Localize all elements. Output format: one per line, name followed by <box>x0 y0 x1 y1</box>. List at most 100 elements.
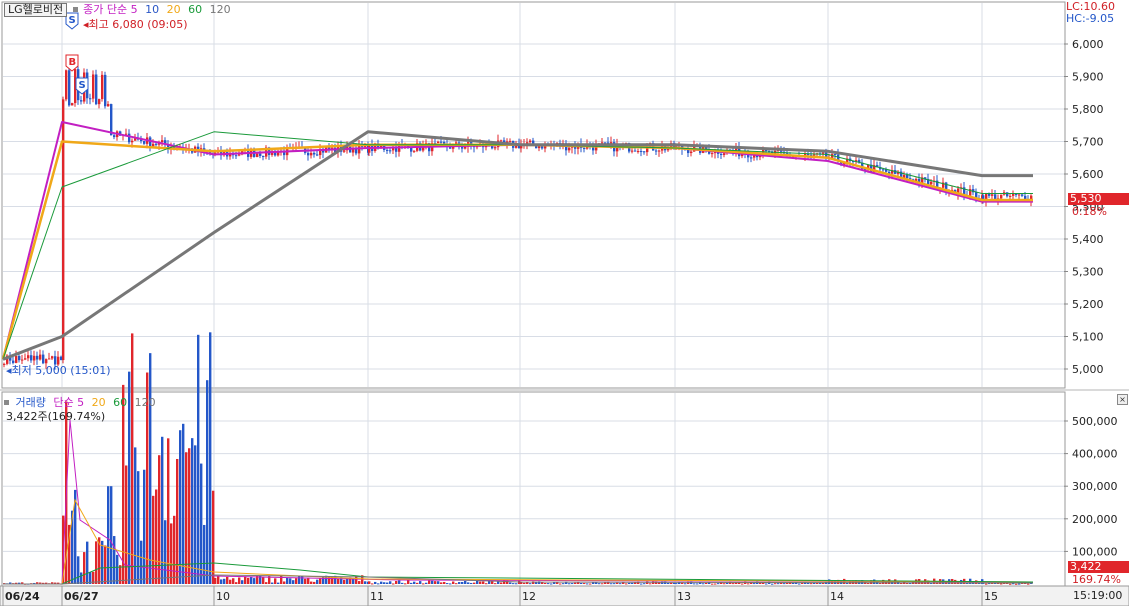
volume-bar <box>470 582 473 584</box>
legend-ma10: 10 <box>145 3 160 16</box>
candle-body <box>604 142 607 144</box>
volume-bar <box>550 583 553 585</box>
volume-bar <box>119 565 122 584</box>
volume-bar <box>197 334 200 584</box>
volume-bar <box>810 583 813 585</box>
candle-body <box>128 133 131 143</box>
volume-bar <box>723 583 726 585</box>
candle-body <box>262 155 265 157</box>
volume-tick-label: 500,000 <box>1072 415 1118 428</box>
volume-bar <box>346 578 349 584</box>
candle-body <box>131 140 134 143</box>
volume-bar <box>583 583 586 585</box>
candle-body <box>313 152 316 155</box>
chart-frame: 6,0005,9005,8005,7005,6005,5005,4005,300… <box>0 0 1129 606</box>
y-tick-label: 5,400 <box>1072 233 1104 246</box>
volume-bar <box>206 380 209 584</box>
volume-bar <box>458 582 461 584</box>
volume-bar <box>562 583 565 585</box>
volume-bar <box>170 523 173 584</box>
volume-bar <box>244 576 247 584</box>
candle-body <box>71 103 74 106</box>
volume-bar <box>179 430 182 584</box>
stock-name: LG헬로비전 <box>8 3 64 16</box>
volume-bar <box>440 582 443 584</box>
volume-bar <box>77 556 80 584</box>
x-tick-label: 15 <box>984 590 998 603</box>
y-tick-label: 5,600 <box>1072 168 1104 181</box>
volume-bar <box>182 423 185 584</box>
candle-body <box>631 150 634 152</box>
candle-body <box>413 150 416 152</box>
candle-body <box>583 148 586 150</box>
volume-bar <box>250 576 253 584</box>
candle-body <box>807 154 810 156</box>
candle-body <box>634 150 637 152</box>
volume-bar <box>509 582 512 584</box>
volume-bar <box>337 578 340 584</box>
signal-label: S <box>79 80 86 91</box>
volume-bar <box>473 582 476 584</box>
candle-body <box>720 153 723 155</box>
volume-bar <box>643 583 646 585</box>
volume-bar <box>559 583 562 585</box>
volume-bar <box>277 582 280 584</box>
legend-ma5: 5 <box>130 3 138 16</box>
candle-body <box>930 181 933 185</box>
legend-ma60: 60 <box>188 3 203 16</box>
candle-body <box>238 154 241 156</box>
volume-panel-close-button[interactable]: × <box>1117 394 1128 405</box>
time-label: 15:19:00 <box>1073 589 1123 602</box>
volume-bar <box>389 581 392 584</box>
candle-body <box>440 141 443 143</box>
candle-body <box>568 147 571 151</box>
candle-body <box>1012 194 1015 196</box>
candle-body <box>92 74 95 99</box>
volume-bar <box>684 583 687 585</box>
volume-bar <box>104 545 107 584</box>
candle-body <box>813 154 816 156</box>
volume-bar <box>443 581 446 584</box>
signal-label: B <box>69 57 77 68</box>
volume-bar <box>610 583 613 585</box>
candle-body <box>711 153 714 155</box>
legend-square-icon <box>4 400 9 405</box>
volume-bar <box>765 583 768 585</box>
candle-body <box>18 355 21 361</box>
candle-body <box>343 150 346 152</box>
candle-body <box>449 147 452 149</box>
volume-bar <box>377 583 380 585</box>
candle-body <box>882 169 885 171</box>
volume-bar <box>235 582 238 584</box>
volume-bar <box>301 575 304 584</box>
candle-body <box>464 146 467 149</box>
candle-body <box>750 157 753 159</box>
volume-bar <box>316 579 319 584</box>
candle-body <box>107 104 110 107</box>
volume-ma120: 120 <box>134 396 156 409</box>
stock-name-box[interactable]: LG헬로비전 <box>4 3 68 17</box>
volume-bar <box>395 580 398 584</box>
volume-bar <box>455 583 458 585</box>
volume-bar <box>107 486 110 584</box>
candle-body <box>110 104 113 136</box>
candle-body <box>991 194 994 196</box>
candle-body <box>1009 195 1012 197</box>
volume-bar <box>304 578 307 584</box>
volume-bar <box>771 583 774 585</box>
volume-bar <box>1000 583 1003 585</box>
volume-bar <box>568 583 571 585</box>
volume-bar <box>134 447 137 584</box>
volume-bar <box>220 579 223 584</box>
volume-bar <box>95 541 98 584</box>
volume-bar <box>164 520 167 584</box>
volume-bar <box>209 332 212 584</box>
volume-bar <box>307 577 310 584</box>
candle-body <box>104 74 107 107</box>
x-tick-label: 13 <box>677 590 691 603</box>
volume-bar <box>401 582 404 584</box>
candle-body <box>256 153 259 157</box>
volume-bar <box>374 581 377 584</box>
volume-bar <box>241 580 244 584</box>
volume-bar <box>985 583 988 585</box>
